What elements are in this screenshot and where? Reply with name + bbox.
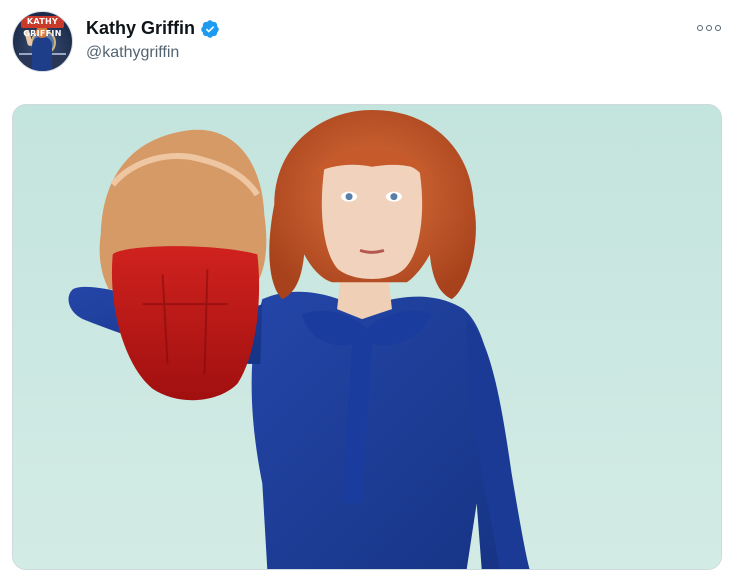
verified-badge-icon xyxy=(200,19,220,39)
woman-face xyxy=(321,158,423,279)
photo-illustration xyxy=(13,105,721,569)
handle[interactable]: @kathygriffin xyxy=(86,44,179,62)
tweet-card: KATHY GRIFFIN Kathy Griffin @kathygriffi… xyxy=(0,0,737,576)
more-dot xyxy=(706,25,712,31)
avatar-banner: KATHY GRIFFIN xyxy=(21,16,64,38)
more-options-icon[interactable] xyxy=(697,22,721,34)
display-name[interactable]: Kathy Griffin xyxy=(86,18,195,39)
avatar[interactable]: KATHY GRIFFIN xyxy=(12,11,73,72)
avatar-figure-body xyxy=(32,37,52,71)
more-dot xyxy=(715,25,721,31)
tweet-photo[interactable] xyxy=(12,104,722,570)
author-name-row: Kathy Griffin xyxy=(86,18,220,39)
more-dot xyxy=(697,25,703,31)
